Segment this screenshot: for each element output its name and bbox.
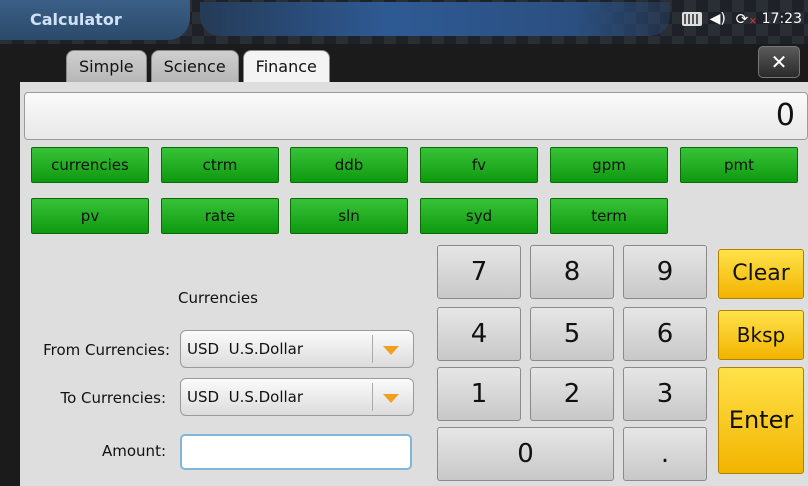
fn-currencies-button[interactable]: currencies xyxy=(31,147,149,183)
to-currencies-label: To Currencies: xyxy=(60,389,166,407)
mode-tabs: Simple Science Finance xyxy=(66,50,330,82)
title-bar: Calculator ◀) ⟳ ✕ 17:23 xyxy=(0,0,808,44)
from-currency-value: USD U.S.Dollar xyxy=(187,340,304,358)
key-6[interactable]: 6 xyxy=(623,307,707,361)
clock: 17:23 xyxy=(761,11,802,27)
key-3[interactable]: 3 xyxy=(623,367,707,421)
amount-input[interactable] xyxy=(180,434,412,470)
chevron-down-icon xyxy=(383,346,399,355)
key-9[interactable]: 9 xyxy=(623,245,707,299)
key-7[interactable]: 7 xyxy=(437,245,521,299)
result-display: 0 xyxy=(24,92,808,140)
app-title: Calculator xyxy=(30,10,122,29)
clear-button[interactable]: Clear xyxy=(718,249,804,299)
key-0[interactable]: 0 xyxy=(437,427,614,481)
from-currency-select[interactable]: USD U.S.Dollar xyxy=(180,330,414,368)
key-5[interactable]: 5 xyxy=(530,307,614,361)
backspace-button[interactable]: Bksp xyxy=(718,310,804,360)
status-area: ◀) ⟳ ✕ 17:23 xyxy=(681,6,802,32)
keyboard-icon[interactable] xyxy=(681,12,702,26)
tab-science[interactable]: Science xyxy=(150,50,239,82)
close-button[interactable]: ✕ xyxy=(758,46,800,78)
key-decimal[interactable]: . xyxy=(623,427,707,481)
to-currency-select[interactable]: USD U.S.Dollar xyxy=(180,378,414,416)
key-4[interactable]: 4 xyxy=(437,307,521,361)
fn-ctrm-button[interactable]: ctrm xyxy=(161,147,279,183)
key-1[interactable]: 1 xyxy=(437,367,521,421)
from-currencies-label: From Currencies: xyxy=(43,341,170,359)
fn-rate-button[interactable]: rate xyxy=(161,198,279,234)
fn-pmt-button[interactable]: pmt xyxy=(680,147,798,183)
sync-error-icon[interactable]: ⟳ ✕ xyxy=(736,11,757,27)
fn-pv-button[interactable]: pv xyxy=(31,198,149,234)
fn-gpm-button[interactable]: gpm xyxy=(550,147,668,183)
tab-finance[interactable]: Finance xyxy=(242,50,330,82)
fn-ddb-button[interactable]: ddb xyxy=(290,147,408,183)
title-decoration xyxy=(200,2,670,36)
chevron-down-icon xyxy=(383,394,399,403)
to-currency-value: USD U.S.Dollar xyxy=(187,388,304,406)
amount-label: Amount: xyxy=(102,442,166,460)
fn-term-button[interactable]: term xyxy=(550,198,668,234)
volume-icon[interactable]: ◀) xyxy=(710,11,728,27)
fn-syd-button[interactable]: syd xyxy=(420,198,538,234)
key-8[interactable]: 8 xyxy=(530,245,614,299)
app-title-tab: Calculator xyxy=(0,0,190,40)
key-2[interactable]: 2 xyxy=(530,367,614,421)
fn-fv-button[interactable]: fv xyxy=(420,147,538,183)
tab-simple[interactable]: Simple xyxy=(66,50,147,82)
currencies-heading: Currencies xyxy=(178,289,258,307)
fn-sln-button[interactable]: sln xyxy=(290,198,408,234)
enter-button[interactable]: Enter xyxy=(718,367,804,474)
